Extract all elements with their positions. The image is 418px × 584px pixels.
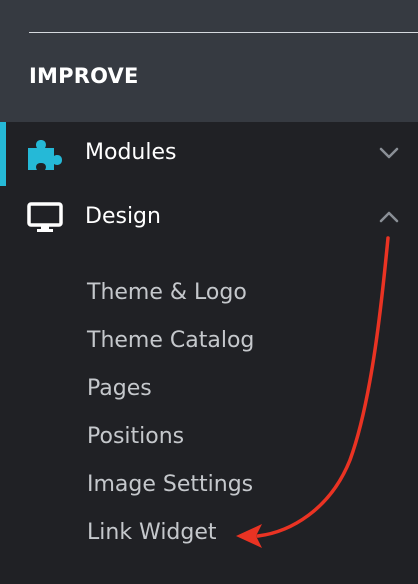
submenu-item-theme-catalog[interactable]: Theme Catalog [87, 328, 254, 353]
submenu-item-positions[interactable]: Positions [87, 424, 184, 449]
chevron-down-icon[interactable] [378, 144, 400, 162]
sidebar-section-header: IMPROVE [0, 0, 418, 122]
submenu-item-image-settings[interactable]: Image Settings [87, 472, 253, 497]
header-divider [29, 32, 418, 33]
monitor-icon [27, 202, 63, 232]
active-indicator [0, 122, 6, 186]
chevron-up-icon[interactable] [378, 208, 400, 226]
submenu-item-theme-logo[interactable]: Theme & Logo [87, 280, 247, 305]
section-title: IMPROVE [29, 64, 139, 88]
sidebar-item-modules[interactable]: Modules [0, 122, 418, 186]
submenu-item-pages[interactable]: Pages [87, 376, 152, 401]
sidebar-item-label: Design [85, 204, 161, 229]
puzzle-icon [28, 140, 62, 170]
sidebar-item-design[interactable]: Design [0, 186, 418, 250]
submenu-item-link-widget[interactable]: Link Widget [87, 520, 217, 545]
sidebar-item-label: Modules [85, 140, 177, 165]
